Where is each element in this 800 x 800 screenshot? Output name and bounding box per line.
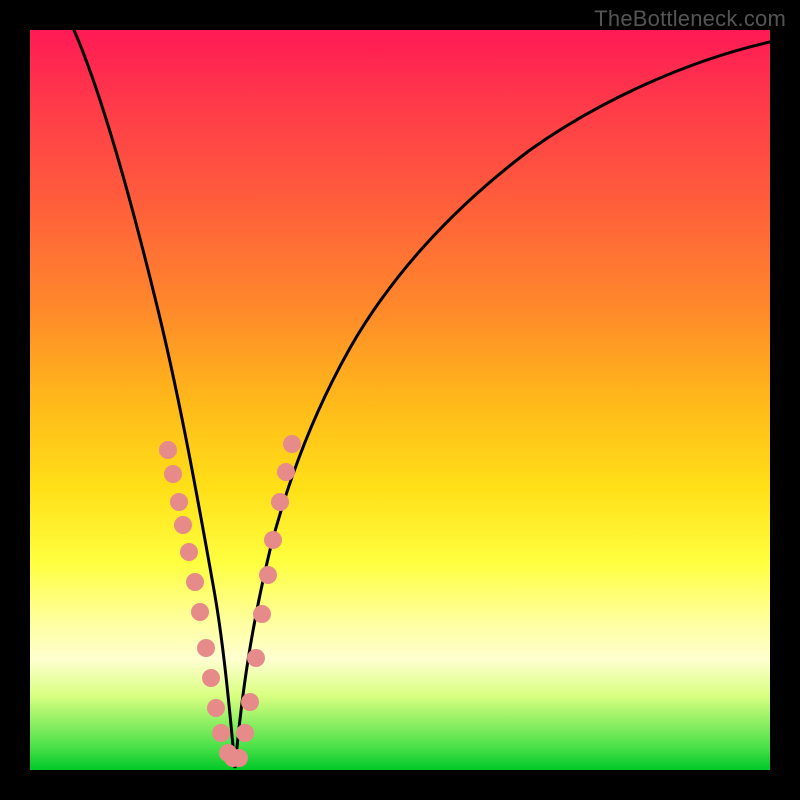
marker-dots-left: [159, 441, 248, 767]
chart-frame: TheBottleneck.com: [0, 0, 800, 800]
bottleneck-curve-svg: [30, 30, 770, 770]
plot-area: [30, 30, 770, 770]
bottleneck-curve-path: [74, 30, 770, 768]
credit-text: TheBottleneck.com: [594, 6, 786, 32]
